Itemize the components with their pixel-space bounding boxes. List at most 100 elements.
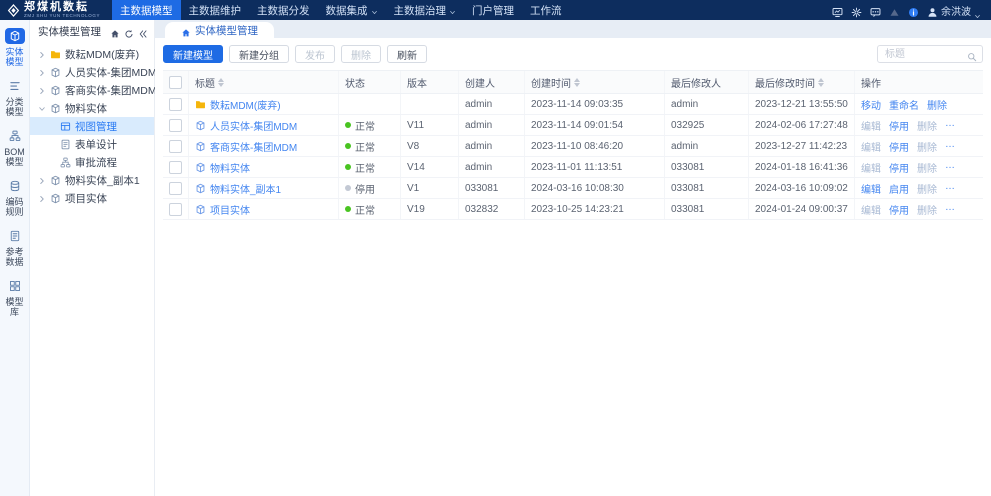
action-link[interactable]: 删除 xyxy=(927,97,947,112)
sort-icon[interactable] xyxy=(574,77,580,87)
tree-body: 数耘MDM(废弃) 人员实体-集团MDM 客商实体-集团MDM 物料实体 视图管理 表单设… xyxy=(30,42,157,207)
action-more[interactable]: … xyxy=(945,181,955,196)
column-label: 创建时间 xyxy=(531,78,571,90)
module-item[interactable]: 模型库 xyxy=(4,278,26,317)
app-window: 郑煤机数耘 ZMJ SHU YUN TECHNOLOGY 主数据模型 主数据维护主… xyxy=(0,0,991,496)
chevron-right-icon[interactable] xyxy=(38,50,46,58)
home-icon xyxy=(181,25,191,37)
sort-icon[interactable] xyxy=(818,77,824,87)
action-link[interactable]: 删除 xyxy=(917,181,937,196)
search-input[interactable] xyxy=(883,47,967,61)
toolbar-button[interactable]: 新建模型 xyxy=(163,45,223,63)
nav-item[interactable]: 主数据治理 xyxy=(386,0,465,20)
action-link[interactable]: 停用 xyxy=(889,160,909,175)
tree-item[interactable]: 项目实体 xyxy=(30,189,154,207)
action-link[interactable]: 删除 xyxy=(917,118,937,133)
model-title-link[interactable]: 数耘MDM(废弃) xyxy=(195,97,281,112)
action-link[interactable]: 移动 xyxy=(861,97,881,112)
row-checkbox[interactable] xyxy=(169,118,182,132)
module-item[interactable]: 实体模型 xyxy=(4,28,26,67)
sort-icon[interactable] xyxy=(218,77,224,87)
triangle-icon[interactable] xyxy=(889,5,900,16)
action-link[interactable]: 编辑 xyxy=(861,160,881,175)
tree-header-actions xyxy=(110,26,148,38)
status-cell: 停用 xyxy=(339,178,401,198)
row-checkbox[interactable] xyxy=(169,139,182,153)
action-links: 编辑 停用 删除 … xyxy=(861,118,955,133)
action-more[interactable]: … xyxy=(945,202,955,217)
tree-title: 实体模型管理 xyxy=(38,25,101,38)
nav-item-label: 主数据模型 xyxy=(120,4,173,17)
row-checkbox[interactable] xyxy=(169,181,182,195)
collapse-icon[interactable] xyxy=(138,26,148,38)
created-at-cell: 2023-10-25 14:23:21 xyxy=(525,199,665,219)
module-item[interactable]: BOM模型 xyxy=(4,128,26,167)
tree-item[interactable]: 审批流程 xyxy=(30,153,154,171)
module-item[interactable]: 编码规则 xyxy=(4,178,26,217)
toolbar-button[interactable]: 刷新 xyxy=(387,45,427,63)
action-link[interactable]: 停用 xyxy=(889,118,909,133)
action-link[interactable]: 编辑 xyxy=(861,202,881,217)
nav-item[interactable]: 数据集成 xyxy=(318,0,386,20)
refresh-icon[interactable] xyxy=(124,26,134,38)
model-title-link[interactable]: 物料实体_副本1 xyxy=(195,181,281,196)
info-icon[interactable] xyxy=(908,5,919,17)
action-link[interactable]: 编辑 xyxy=(861,118,881,133)
tab-entity-model-management[interactable]: 实体模型管理 xyxy=(165,22,274,38)
action-link[interactable]: 删除 xyxy=(917,139,937,154)
entity-icon xyxy=(4,28,25,44)
action-link[interactable]: 停用 xyxy=(889,202,909,217)
version-cell: V14 xyxy=(401,157,459,177)
chevron-right-icon[interactable] xyxy=(38,68,46,76)
row-checkbox[interactable] xyxy=(169,97,182,111)
nav-item[interactable]: 主数据维护 xyxy=(181,0,250,20)
nav-item[interactable]: 主数据分发 xyxy=(249,0,318,20)
select-all-checkbox[interactable] xyxy=(169,75,182,89)
toolbar-button: 发布 xyxy=(295,45,335,63)
chevron-right-icon[interactable] xyxy=(38,176,46,184)
tree-item[interactable]: 人员实体-集团MDM xyxy=(30,63,157,81)
row-checkbox[interactable] xyxy=(169,160,182,174)
tree-item[interactable]: 数耘MDM(废弃) xyxy=(30,45,154,63)
toolbar-button[interactable]: 新建分组 xyxy=(229,45,289,63)
modifier-cell: 032925 xyxy=(665,115,749,135)
nav-item[interactable]: 工作流 xyxy=(522,0,570,20)
module-item[interactable]: 参考数据 xyxy=(4,228,26,267)
chevron-right-icon[interactable] xyxy=(38,194,46,202)
action-link[interactable]: 编辑 xyxy=(861,139,881,154)
action-more[interactable]: … xyxy=(945,160,955,175)
gear-icon[interactable] xyxy=(851,5,862,17)
search-icon[interactable] xyxy=(967,49,977,62)
action-link[interactable]: 编辑 xyxy=(861,181,881,196)
action-more[interactable]: … xyxy=(945,139,955,154)
action-link[interactable]: 删除 xyxy=(917,202,937,217)
chevron-down-icon xyxy=(371,7,378,14)
tree-item[interactable]: 物料实体_副本1 xyxy=(30,171,154,189)
row-checkbox[interactable] xyxy=(169,202,182,216)
tree-item[interactable]: 视图管理 xyxy=(30,117,154,135)
home-icon[interactable] xyxy=(110,26,120,38)
action-link[interactable]: 停用 xyxy=(889,139,909,154)
action-link[interactable]: 删除 xyxy=(917,160,937,175)
topbar: 郑煤机数耘 ZMJ SHU YUN TECHNOLOGY 主数据模型 主数据维护主… xyxy=(0,0,991,20)
nav-item[interactable]: 主数据模型 xyxy=(112,0,181,20)
tab-label: 实体模型管理 xyxy=(195,24,258,37)
nav-item[interactable]: 门户管理 xyxy=(464,0,522,20)
module-item[interactable]: 分类模型 xyxy=(4,78,26,117)
action-link[interactable]: 重命名 xyxy=(889,97,919,112)
tree-item[interactable]: 表单设计 xyxy=(30,135,154,153)
user-menu[interactable]: 余洪波 xyxy=(927,3,981,18)
action-more[interactable]: … xyxy=(945,118,955,133)
model-title-link[interactable]: 项目实体 xyxy=(195,202,250,217)
tree-item[interactable]: 物料实体 xyxy=(30,99,154,117)
model-title-link[interactable]: 客商实体-集团MDM xyxy=(195,139,297,154)
chevron-down-icon[interactable] xyxy=(38,104,46,112)
tree-item[interactable]: 客商实体-集团MDM xyxy=(30,81,157,99)
message-icon[interactable] xyxy=(870,5,881,17)
action-link[interactable]: 启用 xyxy=(889,181,909,196)
monitor-icon[interactable] xyxy=(832,5,843,17)
title-cell: 客商实体-集团MDM xyxy=(189,136,339,156)
model-title-link[interactable]: 人员实体-集团MDM xyxy=(195,118,297,133)
chevron-right-icon[interactable] xyxy=(38,86,46,94)
model-title-link[interactable]: 物料实体 xyxy=(195,160,250,175)
